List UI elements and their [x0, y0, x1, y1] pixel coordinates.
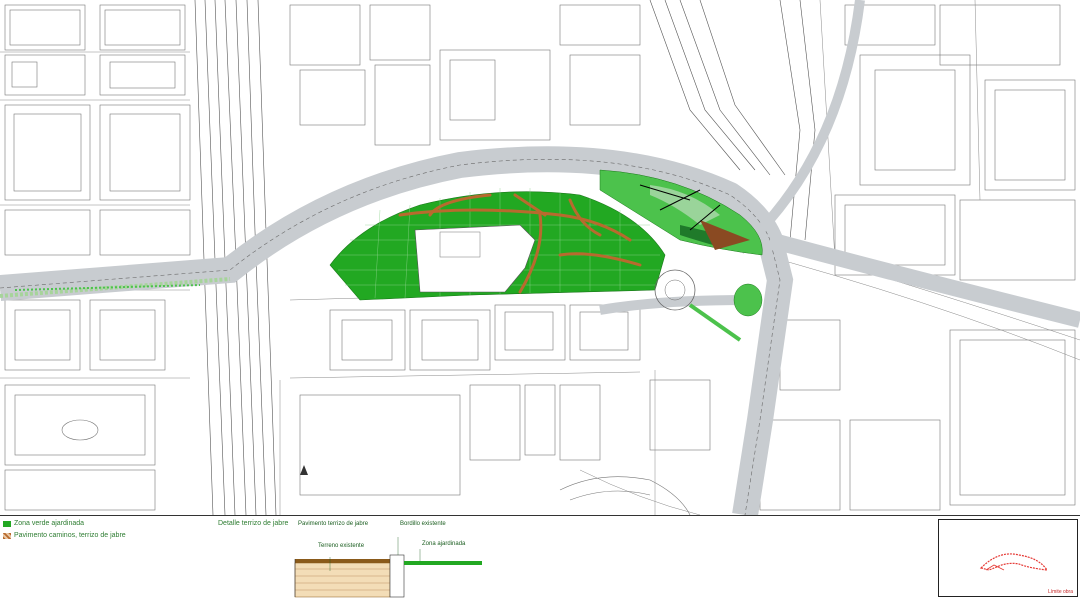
- detail-title: Detalle terrizo de jabre: [218, 520, 289, 527]
- legend-panel: Zona verde ajardinada Pavimento caminos,…: [0, 515, 1080, 601]
- keymap-limite-obra: Límite obra: [1047, 589, 1073, 595]
- detail-label-pavimento: Pavimento terrizo de jabre: [298, 521, 369, 527]
- site-plan-svg: [0, 0, 1080, 518]
- site-plan-map[interactable]: [0, 0, 1080, 518]
- keymap-outline: [979, 553, 1049, 571]
- legend-swatch-path: [3, 533, 11, 539]
- legend-zona-verde: Zona verde ajardinada: [14, 520, 85, 527]
- detail-label-zona-ajardinada: Zona ajardinada: [422, 541, 466, 547]
- legend-swatch-green: [3, 521, 11, 527]
- detail-label-terreno: Terreno existente: [318, 543, 365, 549]
- detail-section-drawing: [294, 537, 482, 598]
- legend-pavimento-caminos: Pavimento caminos, terrizo de jabre: [14, 532, 126, 539]
- location-keymap: Límite obra: [938, 519, 1078, 597]
- detail-label-bordillo: Bordillo existente: [400, 521, 446, 527]
